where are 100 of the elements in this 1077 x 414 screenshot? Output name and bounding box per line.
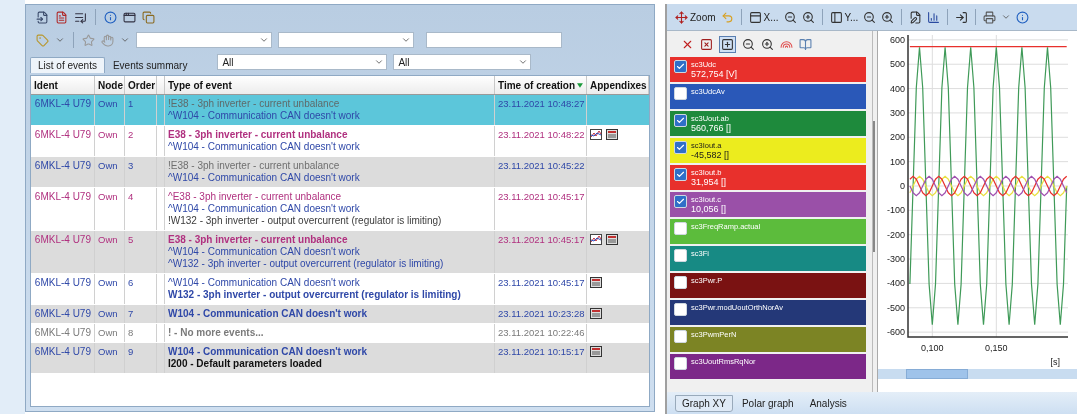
ident-text: 6MKL-4 U79 [34,346,91,357]
column-header[interactable]: Type of event [168,79,232,91]
table-row[interactable]: 6MKL-4 U79 Own 1 !E38 - 3ph inverter - current unbalance ^W104 - Communication CAN doesn't work 23.11.2021 10:48:27 [31,95,649,126]
x-axis-button[interactable]: X... [748,10,779,24]
caret-icon [120,35,130,45]
chart-icon[interactable] [590,234,602,245]
document-arrow-icon[interactable] [36,10,49,24]
column-header[interactable]: Order [128,79,156,91]
document-pen-icon[interactable] [909,10,923,24]
y-tick-label: -100 [887,205,905,216]
ident-text: 6MKL-4 U79 [34,98,91,109]
table-cell: Own [95,95,125,125]
caret-icon [1001,12,1012,22]
plus-square-icon [721,37,734,51]
arrow-in-icon[interactable] [955,10,969,24]
info-icon[interactable] [104,10,117,24]
checkbox[interactable] [674,195,687,208]
checkbox[interactable] [674,168,687,181]
window-icon[interactable] [123,10,136,24]
caret-icon [55,35,65,45]
add-button[interactable] [719,35,736,53]
checkbox[interactable] [674,87,687,100]
dropdown-field[interactable] [136,32,272,48]
dropdown-field[interactable] [278,32,414,48]
table-cell: 2 [125,126,157,156]
table-cell: Own [95,157,125,187]
y-tick-label: 500 [889,59,905,70]
table-cell: 23.11.2021 10:45:17 [495,188,587,230]
list-icon[interactable] [74,10,87,24]
tab[interactable]: List of events [30,57,105,73]
table-cell: 8 [125,324,157,342]
column-header[interactable]: Appendixes [590,79,647,91]
checkbox[interactable] [674,276,687,289]
check-icon [676,170,685,179]
table-row[interactable]: 6MKL-4 U79 Own 5 E38 - 3ph inverter - current unbalance ^W104 - Communication CAN doesn't work ^W132 - 3ph inverter - output overcurrent (regulator is limiting) 23.11.2021 10:45:17 [31,231,649,274]
checkbox[interactable] [674,303,687,316]
y-tick-label: 400 [889,83,905,94]
y-tick-label: -200 [887,229,905,240]
checkbox[interactable] [674,60,687,73]
y-tick-label: 0 [900,181,905,191]
delete-icon[interactable] [700,37,713,51]
zoom-out-icon[interactable] [863,10,877,24]
filter-dropdown[interactable]: All [393,54,532,70]
table-row[interactable]: 6MKL-4 U79 Own 7 W104 - Communication CAN doesn't work 23.11.2021 10:23:28 [31,305,649,324]
y-tick-label: 100 [889,156,905,167]
checkbox[interactable] [674,357,687,370]
zoom-out-icon[interactable] [742,37,755,51]
copy-icon[interactable] [142,10,155,24]
star-icon[interactable] [82,33,95,47]
x-tick-label: 0,150 [985,343,1008,353]
y-axis-button[interactable]: Y... [829,10,859,24]
checkbox[interactable] [674,330,687,343]
event-text: !E38 - 3ph inverter - current unbalance [168,98,340,110]
table-cell: 23.11.2021 10:23:28 [495,305,587,323]
printer-icon[interactable] [983,10,997,24]
channel-value: -45,582 [] [691,150,730,160]
column-header[interactable]: Node [98,79,123,91]
check-icon [676,197,685,206]
column-header[interactable]: Ident [34,79,58,91]
document-icon[interactable] [55,10,68,24]
checkbox[interactable] [674,222,687,235]
table-cell: Own [95,188,125,230]
table-row[interactable]: 6MKL-4 U79 Own 3 !E38 - 3ph inverter - current unbalance ^W104 - Communication CAN doesn't work 23.11.2021 10:45:22 [31,157,649,188]
zoom-out-icon[interactable] [783,10,797,24]
tab[interactable]: Events summary [104,57,196,73]
zoom-button[interactable]: Zoom [675,10,716,24]
zoom-in-icon[interactable] [801,10,815,24]
scrollbar[interactable] [878,369,1077,379]
checkbox[interactable] [674,114,687,127]
event-text: ^W104 - Communication CAN doesn't work [168,141,360,153]
chart-icon[interactable] [590,129,602,140]
filter-dropdown[interactable]: All [217,54,388,70]
caret-icon [259,35,269,45]
info-icon[interactable] [1016,10,1030,24]
table-icon[interactable] [590,346,602,357]
book-icon[interactable] [799,37,812,51]
table-icon[interactable] [606,129,618,140]
table-icon[interactable] [606,234,618,245]
table-cell: 23.11.2021 10:48:22 [495,126,587,156]
table-icon[interactable] [590,277,602,288]
event-text: W132 - 3ph inverter - output overcurrent (regulator is limiting) [168,289,461,301]
text-field[interactable] [426,32,562,48]
zoom-in-icon[interactable] [881,10,895,24]
column-header[interactable]: Time of creation [498,79,576,91]
tab[interactable]: Analysis [802,394,854,412]
table-icon[interactable] [590,308,602,319]
table-cell: Own [95,274,125,304]
checkbox[interactable] [674,141,687,154]
ident-text: 6MKL-4 U79 [34,327,91,338]
checkbox[interactable] [674,249,687,262]
event-text: ! - No more events... [168,327,264,339]
tab[interactable]: Graph XY [675,394,733,412]
ident-text: 6MKL-4 U79 [34,277,91,288]
zoom-in-icon[interactable] [761,37,774,51]
table-row[interactable]: 6MKL-4 U79 Own 9 W104 - Communication CAN doesn't work I200 - Default parameters loaded 23.11.2021 10:15:17 [31,343,649,374]
bar-chart-icon[interactable] [927,10,941,24]
y-tick-label: -400 [887,278,905,289]
channel-value: 560,766 [] [691,123,732,133]
tab[interactable]: Polar graph [734,394,801,412]
event-text: ^W132 - 3ph inverter - output overcurrent (regulator is limiting) [168,258,444,270]
